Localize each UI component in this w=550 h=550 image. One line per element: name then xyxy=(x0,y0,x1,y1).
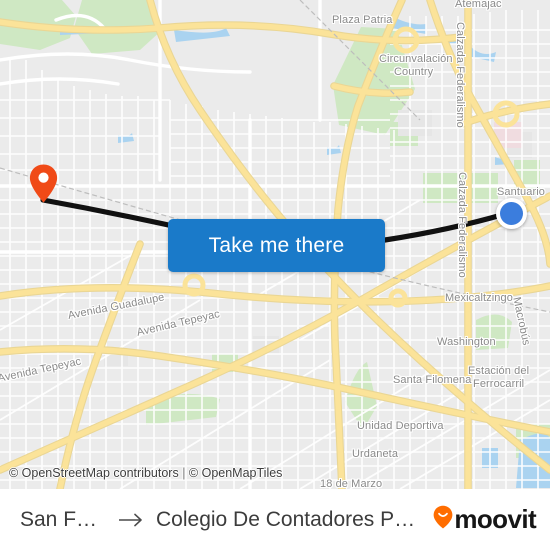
attribution-openmaptiles[interactable]: © OpenMapTiles xyxy=(189,466,283,480)
take-me-there-button[interactable]: Take me there xyxy=(168,219,385,272)
attribution-osm[interactable]: © OpenStreetMap contributors xyxy=(9,466,179,480)
moovit-route-card: Atemajac Plaza Patria Circunvalación Cou… xyxy=(0,0,550,550)
origin-pin-icon[interactable] xyxy=(29,164,58,203)
map-canvas[interactable]: Atemajac Plaza Patria Circunvalación Cou… xyxy=(0,0,550,489)
destination-dot-icon[interactable] xyxy=(496,198,527,229)
map-attribution: © OpenStreetMap contributors | © OpenMap… xyxy=(9,466,282,480)
attribution-separator: | xyxy=(178,466,189,480)
arrow-right-icon xyxy=(118,513,145,527)
destination-dot-inner xyxy=(500,202,523,225)
route-footer-bar: San Fel... Colegio De Contadores Publico… xyxy=(0,489,550,550)
moovit-logo[interactable]: moovit xyxy=(433,504,537,535)
moovit-wordmark: moovit xyxy=(454,504,536,534)
moovit-pin-icon xyxy=(433,505,453,534)
origin-station-name: San Fel... xyxy=(20,507,108,531)
destination-station-name: Colegio De Contadores Publicos De Gua... xyxy=(156,507,423,531)
route-summary: San Fel... Colegio De Contadores Publico… xyxy=(20,508,423,532)
